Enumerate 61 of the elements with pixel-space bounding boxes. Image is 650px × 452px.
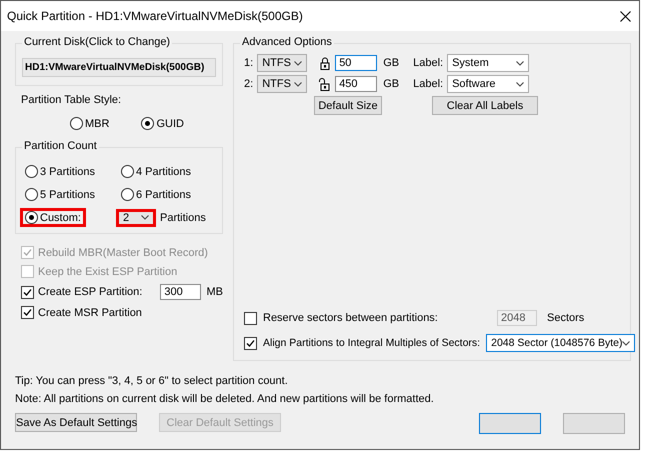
check-icon xyxy=(23,248,32,257)
window-title: Quick Partition - HD1:VMwareVirtualNVMeDisk(500GB) xyxy=(7,9,304,23)
clear-labels-button[interactable]: Clear All Labels xyxy=(432,96,538,115)
alignment-dropdown[interactable]: 2048 Sector (1048576 Byte) xyxy=(486,334,636,352)
partitions-label: Partitions xyxy=(160,212,206,224)
radio-option[interactable]: 5 Partitions xyxy=(20,185,100,204)
lock-icon[interactable] xyxy=(319,56,332,70)
checkbox-label: Keep the Exist ESP Partition xyxy=(38,266,178,278)
chevron-down-icon xyxy=(294,60,302,66)
chevron-down-icon xyxy=(622,340,630,346)
checkbox-label: Rebuild MBR(Master Boot Record) xyxy=(38,246,208,258)
label-caption: Label: xyxy=(413,57,444,69)
checkbox[interactable] xyxy=(244,336,257,350)
sectors-field[interactable]: 2048 xyxy=(497,310,537,326)
note-text: Note: All partitions on current disk will be deleted. And new partitions will be formatted. xyxy=(15,393,435,405)
radio-option[interactable]: 6 Partitions xyxy=(116,185,196,204)
checkbox-label: Align Partitions to Integral Multiples of Sectors: xyxy=(263,337,480,349)
dialog-button[interactable] xyxy=(479,413,541,434)
default-size-button[interactable]: Default Size xyxy=(314,96,382,115)
row-number: 1: xyxy=(244,57,254,69)
size-field[interactable]: 450 xyxy=(335,76,378,92)
filesystem-dropdown[interactable]: NTFS xyxy=(257,75,308,93)
unlock-icon[interactable] xyxy=(319,78,332,90)
checkbox-label: Create MSR Partition xyxy=(38,306,142,318)
checkbox-label: Reserve sectors between partitions: xyxy=(263,312,439,324)
row-number: 2: xyxy=(244,78,254,90)
checkbox[interactable] xyxy=(21,306,34,319)
radio-option[interactable]: 4 Partitions xyxy=(116,162,196,181)
settings-button[interactable]: Save As Default Settings xyxy=(15,413,137,432)
radio-option[interactable]: GUID xyxy=(136,114,189,133)
tip-text: Tip: You can press "3, 4, 5 or 6" to select partition count. xyxy=(15,375,289,387)
checkbox[interactable] xyxy=(21,286,34,298)
unit-label: GB xyxy=(383,78,400,90)
unit-label: GB xyxy=(383,57,400,69)
group-title: Current Disk(Click to Change) xyxy=(22,36,172,48)
group-title: Advanced Options xyxy=(240,36,334,48)
count-dropdown[interactable]: 2 xyxy=(116,208,156,226)
chevron-down-icon xyxy=(141,215,149,220)
checkbox-label: Create ESP Partition: xyxy=(38,286,142,298)
checkbox[interactable] xyxy=(244,312,257,324)
radio-option[interactable]: MBR xyxy=(65,114,114,133)
size-field[interactable]: 50 xyxy=(335,55,378,71)
section-label: Partition Table Style: xyxy=(21,94,122,106)
label-dropdown[interactable]: Software xyxy=(447,75,530,93)
chevron-down-icon xyxy=(516,60,524,66)
filesystem-dropdown[interactable]: NTFS xyxy=(257,54,308,72)
close-icon[interactable] xyxy=(620,10,631,22)
group-title: Partition Count xyxy=(22,140,99,152)
size-field[interactable]: 300 xyxy=(160,284,200,300)
check-icon xyxy=(246,338,255,348)
check-icon xyxy=(23,288,32,296)
chevron-down-icon xyxy=(516,82,524,86)
check-icon xyxy=(23,308,32,317)
disk-button[interactable]: HD1:VMwareVirtualNVMeDisk(500GB) xyxy=(22,58,216,77)
unit-label: MB xyxy=(206,286,223,298)
radio-option[interactable]: 3 Partitions xyxy=(20,162,100,181)
label-dropdown[interactable]: System xyxy=(447,54,530,72)
radio-option[interactable]: Custom: xyxy=(20,208,86,227)
label-caption: Label: xyxy=(413,78,444,90)
unit-label: Sectors xyxy=(547,312,584,324)
chevron-down-icon xyxy=(294,82,302,86)
